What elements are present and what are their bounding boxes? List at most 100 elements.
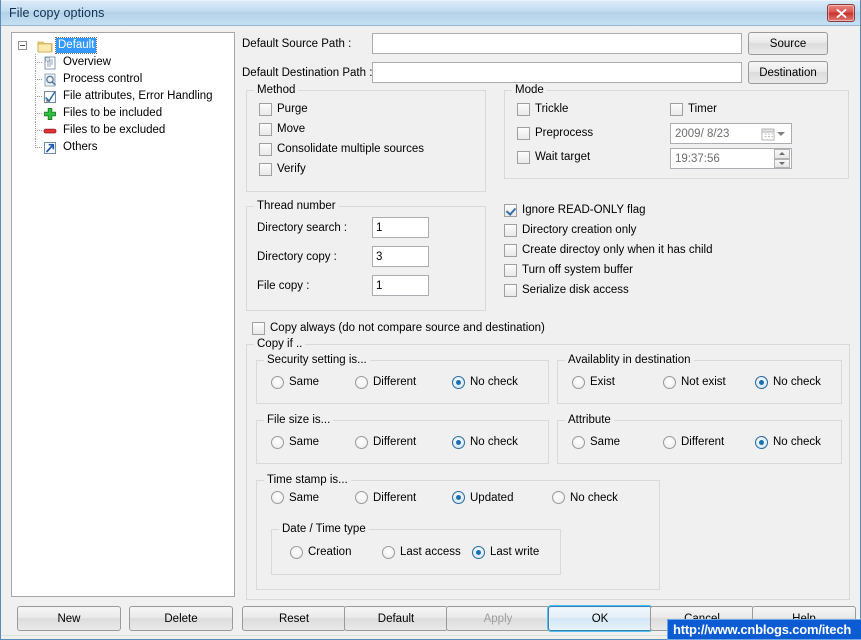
checkbox-box bbox=[504, 263, 517, 277]
radio-security-no-check[interactable]: No check bbox=[452, 375, 518, 389]
directory-copy-input[interactable] bbox=[372, 246, 429, 267]
time-spinner[interactable] bbox=[774, 149, 790, 168]
radio-button bbox=[271, 375, 284, 389]
radio-timestamp-same[interactable]: Same bbox=[271, 491, 355, 504]
checkbox-box bbox=[259, 142, 272, 156]
radio-button bbox=[271, 435, 284, 449]
tree-expander[interactable] bbox=[16, 37, 29, 54]
timer-date-picker[interactable]: 2009/ 8/23 bbox=[670, 123, 792, 144]
checkbox-label: Purge bbox=[277, 103, 308, 115]
radio-attribute-no-check[interactable]: No check bbox=[755, 435, 821, 449]
title-bar: File copy options bbox=[1, 0, 860, 26]
dialog-client-area: Default Overview Process control File at… bbox=[1, 26, 861, 639]
url-text: http://www.cnblogs.com/itech bbox=[673, 622, 852, 637]
destination-button[interactable]: Destination bbox=[748, 61, 828, 84]
green-plus-icon bbox=[44, 107, 56, 120]
new-button[interactable]: New bbox=[17, 606, 121, 631]
spinner-down-button[interactable] bbox=[774, 158, 790, 168]
folder-icon bbox=[37, 41, 53, 52]
radio-attribute-different[interactable]: Different bbox=[663, 435, 755, 449]
tree-node-file-attributes[interactable]: File attributes, Error Handling bbox=[12, 88, 234, 105]
checkbox-box bbox=[504, 243, 517, 257]
directory-search-input[interactable] bbox=[372, 217, 429, 238]
checkbox-label: Preprocess bbox=[535, 127, 594, 139]
destination-path-input[interactable] bbox=[372, 62, 742, 83]
tree-node-files-included[interactable]: Files to be included bbox=[12, 105, 234, 122]
checkbox-purge[interactable]: Purge bbox=[259, 99, 485, 119]
chevron-down-icon[interactable] bbox=[777, 131, 785, 136]
timer-time-field[interactable]: 19:37:56 bbox=[670, 148, 792, 169]
radio-datetime-last-write[interactable]: Last write bbox=[472, 545, 540, 559]
radio-filesize-same[interactable]: Same bbox=[271, 435, 355, 449]
destination-path-label: Default Destination Path : bbox=[242, 66, 373, 79]
checkbox-box bbox=[670, 102, 683, 116]
radio-availability-not-exist[interactable]: Not exist bbox=[663, 375, 755, 389]
spinner-up-button[interactable] bbox=[774, 149, 790, 159]
delete-button[interactable]: Delete bbox=[129, 606, 233, 631]
radio-filesize-no-check[interactable]: No check bbox=[452, 435, 518, 449]
checkbox-timer[interactable]: Timer bbox=[670, 99, 835, 119]
directory-search-row: Directory search : bbox=[257, 217, 485, 238]
radio-security-same[interactable]: Same bbox=[271, 375, 355, 389]
radio-label: Different bbox=[373, 376, 417, 388]
radio-filesize-different[interactable]: Different bbox=[355, 435, 452, 449]
tree-node-others[interactable]: Others bbox=[12, 139, 234, 156]
checkbox-copy-always[interactable]: Copy always (do not compare source and d… bbox=[252, 318, 854, 338]
checkbox-box bbox=[504, 283, 517, 297]
source-path-input[interactable] bbox=[372, 33, 742, 54]
radio-button bbox=[355, 491, 368, 504]
radio-availability-no-check[interactable]: No check bbox=[755, 375, 821, 389]
radio-security-different[interactable]: Different bbox=[355, 375, 452, 389]
checkbox-consolidate-multiple-sources[interactable]: Consolidate multiple sources bbox=[259, 139, 485, 159]
tree-node-files-excluded[interactable]: Files to be excluded bbox=[12, 122, 234, 139]
checkbox-serialize-disk-access[interactable]: Serialize disk access bbox=[504, 280, 849, 300]
checkbox-verify[interactable]: Verify bbox=[259, 159, 485, 179]
ok-button[interactable]: OK bbox=[548, 606, 652, 631]
radio-button bbox=[663, 375, 676, 389]
close-button[interactable] bbox=[827, 4, 855, 22]
radio-datetime-last-access[interactable]: Last access bbox=[382, 545, 472, 559]
directory-search-label: Directory search : bbox=[257, 221, 348, 234]
radio-attribute-same[interactable]: Same bbox=[572, 435, 663, 449]
default-button[interactable]: Default bbox=[344, 606, 448, 631]
radio-availability-exist[interactable]: Exist bbox=[572, 375, 663, 389]
checkbox-create-directory-only-when-child[interactable]: Create directoy only when it has child bbox=[504, 240, 849, 260]
checkmark-icon bbox=[44, 90, 56, 103]
profile-tree[interactable]: Default Overview Process control File at… bbox=[11, 32, 235, 597]
reset-button[interactable]: Reset bbox=[242, 606, 346, 631]
method-group: Method Purge Move Consolidate multiple s… bbox=[246, 84, 486, 192]
document-icon bbox=[44, 56, 56, 69]
radio-label: Same bbox=[590, 436, 621, 448]
file-size-group: File size is... Same Different No check bbox=[256, 414, 549, 464]
copy-if-legend: Copy if .. bbox=[254, 338, 306, 350]
tree-node-overview[interactable]: Overview bbox=[12, 54, 234, 71]
checkbox-ignore-readonly-flag[interactable]: Ignore READ-ONLY flag bbox=[504, 200, 849, 220]
checkbox-move[interactable]: Move bbox=[259, 119, 485, 139]
tree-node-process-control[interactable]: Process control bbox=[12, 71, 234, 88]
source-path-row: Default Source Path : Source bbox=[242, 32, 854, 55]
radio-button bbox=[355, 435, 368, 449]
checkbox-directory-creation-only[interactable]: Directory creation only bbox=[504, 220, 849, 240]
radio-label: Updated bbox=[470, 491, 514, 504]
checkbox-label: Create directoy only when it has child bbox=[522, 244, 713, 256]
radio-datetime-creation[interactable]: Creation bbox=[290, 545, 382, 559]
radio-label: Different bbox=[373, 491, 417, 504]
tree-node-default[interactable]: Default bbox=[12, 37, 234, 54]
checkbox-turn-off-system-buffer[interactable]: Turn off system buffer bbox=[504, 260, 849, 280]
radio-timestamp-no-check[interactable]: No check bbox=[552, 491, 618, 504]
radio-button bbox=[452, 435, 465, 449]
radio-label: Same bbox=[289, 376, 320, 388]
source-button[interactable]: Source bbox=[748, 32, 828, 55]
radio-label: Exist bbox=[590, 376, 615, 388]
radio-button bbox=[663, 435, 676, 449]
checkbox-box bbox=[517, 126, 530, 140]
radio-label: Creation bbox=[308, 546, 352, 558]
radio-timestamp-updated[interactable]: Updated bbox=[452, 491, 552, 504]
radio-timestamp-different[interactable]: Different bbox=[355, 491, 452, 504]
file-copy-input[interactable] bbox=[372, 275, 429, 296]
radio-label: Not exist bbox=[681, 376, 726, 388]
thread-number-group: Thread number Directory search : Directo… bbox=[246, 200, 486, 311]
radio-label: Last write bbox=[490, 546, 540, 558]
directory-copy-row: Directory copy : bbox=[257, 246, 485, 267]
window-title: File copy options bbox=[9, 6, 105, 20]
